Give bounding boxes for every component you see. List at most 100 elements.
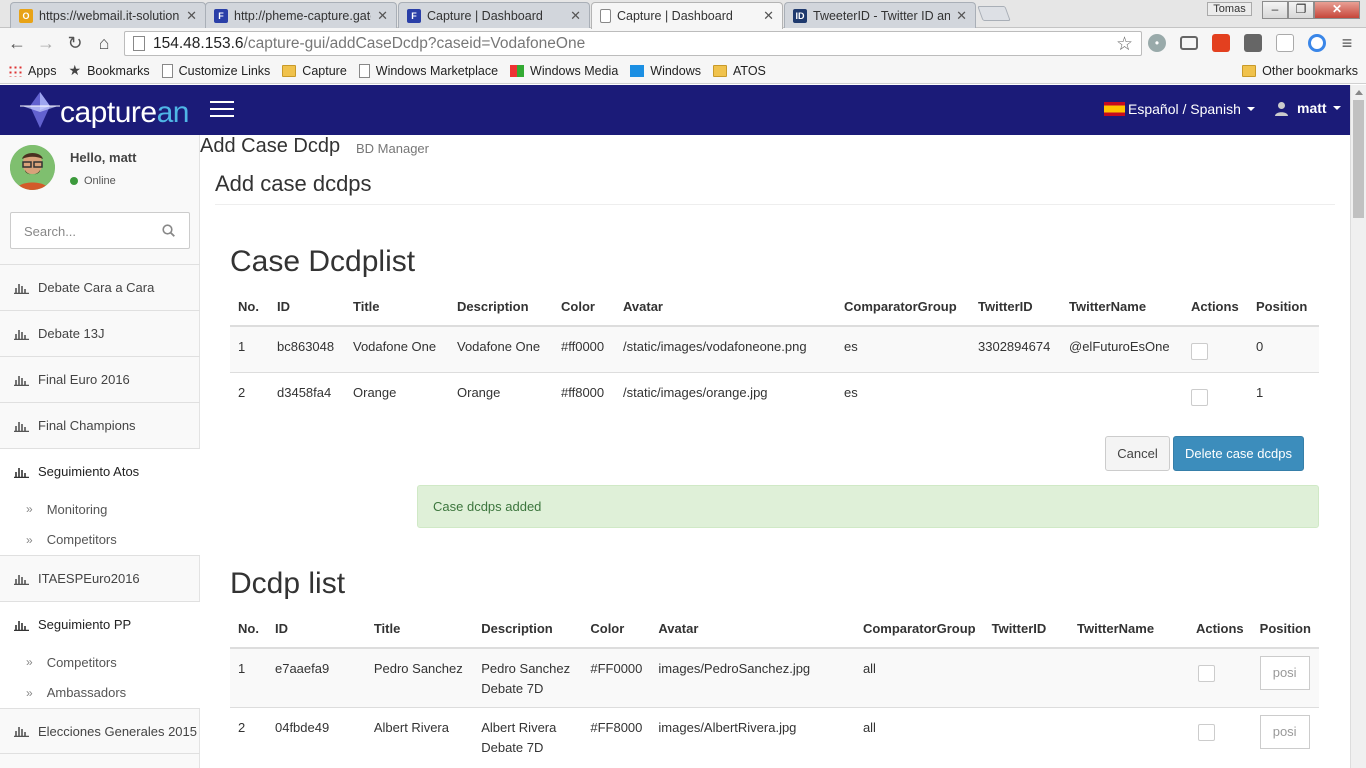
- close-tab-icon[interactable]: ✕: [186, 8, 197, 24]
- search-placeholder: Search...: [24, 224, 77, 239]
- scroll-up-icon[interactable]: [1355, 90, 1363, 95]
- column-header: TwitterName: [1061, 288, 1183, 327]
- user-icon: [1275, 101, 1288, 116]
- address-bar[interactable]: 154.48.153.6/capture-gui/addCaseDcdp?cas…: [124, 31, 1142, 56]
- sidebar-subitem-ambassadors[interactable]: » Ambassadors: [0, 677, 200, 708]
- extension-shield-icon[interactable]: [1244, 34, 1262, 52]
- bar-chart-icon: [14, 375, 29, 386]
- search-input[interactable]: Search...: [10, 212, 190, 249]
- cast-icon[interactable]: [1180, 36, 1198, 50]
- extension-blank-icon[interactable]: [1276, 34, 1294, 52]
- close-tab-icon[interactable]: ✕: [377, 8, 388, 24]
- sidebar-item-debate-cara-a-cara[interactable]: Debate Cara a Cara: [0, 264, 200, 310]
- language-dropdown[interactable]: Español / Spanish: [1104, 101, 1255, 117]
- row-select-checkbox[interactable]: [1191, 388, 1208, 406]
- browser-tab-tweeterid[interactable]: ID TweeterID - Twitter ID and ✕: [784, 2, 976, 28]
- bookmark-customize-links[interactable]: Customize Links: [161, 63, 271, 78]
- bar-chart-icon: [14, 727, 29, 737]
- back-icon[interactable]: ←: [6, 32, 28, 54]
- bookmark-windows[interactable]: Windows: [630, 64, 701, 78]
- sidebar-subitem-competitors[interactable]: » Competitors: [0, 647, 200, 677]
- bar-chart-icon: [14, 283, 29, 294]
- bookmark-star-icon[interactable]: ☆: [1116, 33, 1133, 56]
- success-alert: Case dcdps added: [417, 485, 1319, 528]
- home-icon[interactable]: ⌂: [93, 32, 115, 54]
- forward-icon[interactable]: →: [35, 32, 57, 54]
- bookmark-atos[interactable]: ATOS: [713, 64, 766, 78]
- row-select-checkbox[interactable]: [1191, 343, 1208, 360]
- sidebar-toggle-icon[interactable]: [210, 101, 234, 119]
- tab-title: Capture | Dashboard: [427, 8, 543, 23]
- sidebar-item-label: Seguimiento PP: [38, 617, 132, 632]
- browser-tab-dashboard-1[interactable]: F Capture | Dashboard ✕: [398, 2, 590, 28]
- user-menu[interactable]: matt: [1274, 100, 1341, 116]
- search-icon[interactable]: [162, 224, 175, 237]
- close-tab-icon[interactable]: ✕: [956, 8, 967, 24]
- sidebar-item-itaespeuro2016[interactable]: ITAESPEuro2016: [0, 555, 200, 601]
- browser-tab-dashboard-active[interactable]: Capture | Dashboard ✕: [591, 2, 783, 29]
- column-header: ID: [269, 288, 345, 327]
- column-header: Title: [365, 610, 474, 649]
- reload-icon[interactable]: ↻: [64, 32, 86, 54]
- sidebar-menu: Debate Cara a Cara Debate 13J Final Euro…: [0, 264, 200, 754]
- sidebar-subitem-label: Ambassadors: [46, 685, 127, 700]
- column-header: Avatar: [650, 610, 855, 649]
- sidebar-subitem-monitoring[interactable]: » Monitoring: [0, 494, 200, 524]
- sidebar-item-final-euro-2016[interactable]: Final Euro 2016: [0, 356, 200, 402]
- sidebar-subitem-label: Competitors: [46, 654, 117, 670]
- row-select-checkbox[interactable]: [1197, 665, 1215, 682]
- position-input[interactable]: posi: [1259, 656, 1310, 690]
- bookmark-capture[interactable]: Capture: [282, 64, 347, 78]
- sidebar-subitem-competitors[interactable]: » Competitors: [0, 524, 200, 555]
- star-icon: ★: [68, 62, 82, 78]
- profile-name[interactable]: Tomas: [1207, 2, 1252, 16]
- column-header: TwitterName: [1069, 610, 1188, 649]
- chrome-menu-icon[interactable]: ≡: [1338, 34, 1356, 52]
- sidebar-item-elecciones-generales-2015[interactable]: Elecciones Generales 2015: [0, 708, 200, 754]
- close-window-icon[interactable]: ✕: [1314, 1, 1360, 19]
- close-tab-icon[interactable]: ✕: [570, 8, 581, 24]
- sidebar-item-seguimiento-atos[interactable]: Seguimiento Atos: [0, 448, 200, 494]
- sidebar-item-seguimiento-pp[interactable]: Seguimiento PP: [0, 601, 200, 647]
- browser-tab-pheme[interactable]: F http://pheme-capture.gate ✕: [205, 2, 397, 28]
- new-tab-button[interactable]: [977, 6, 1011, 21]
- cancel-button[interactable]: Cancel: [1105, 436, 1170, 471]
- bookmark-label: Apps: [28, 63, 57, 78]
- logo[interactable]: capturean: [18, 85, 189, 135]
- position-input[interactable]: posi: [1259, 715, 1310, 749]
- table-row: 1 bc863048 Vodafone One Vodafone One #ff…: [230, 325, 1319, 372]
- maximize-icon[interactable]: ❐: [1288, 1, 1314, 19]
- bookmark-apps[interactable]: Apps: [8, 64, 57, 78]
- page-scrollbar[interactable]: [1350, 85, 1366, 768]
- row-select-checkbox[interactable]: [1197, 724, 1215, 741]
- windows-logo-icon: [630, 64, 645, 77]
- case-dcdplist-title: Case Dcdplist: [230, 245, 416, 278]
- page-icon: [161, 63, 173, 78]
- bar-chart-icon: [14, 574, 29, 585]
- sidebar-item-debate-13j[interactable]: Debate 13J: [0, 310, 200, 356]
- sidebar-item-final-champions[interactable]: Final Champions: [0, 402, 200, 448]
- f-favicon-icon: F: [214, 8, 228, 23]
- sidebar-item-label: Debate Cara a Cara: [38, 280, 155, 295]
- bookmark-other[interactable]: Other bookmarks: [1242, 64, 1358, 78]
- bookmark-bookmarks[interactable]: ★ Bookmarks: [69, 62, 150, 79]
- office-icon[interactable]: [1212, 34, 1230, 52]
- language-label: Español / Spanish: [1128, 101, 1241, 117]
- bookmark-windows-marketplace[interactable]: Windows Marketplace: [358, 63, 498, 78]
- scrollbar-thumb[interactable]: [1353, 100, 1364, 218]
- bookmark-label: Customize Links: [178, 63, 271, 78]
- id-favicon-icon: ID: [793, 8, 807, 23]
- bookmark-label: Bookmarks: [87, 63, 150, 78]
- sidebar-item-label: ITAESPEuro2016: [38, 571, 140, 586]
- minimize-icon[interactable]: ‒: [1262, 1, 1288, 19]
- extension-chat-icon[interactable]: •: [1148, 34, 1166, 52]
- column-header: Description: [449, 288, 553, 327]
- delete-case-dcdps-button[interactable]: Delete case dcdps: [1173, 436, 1304, 471]
- column-header: No.: [230, 610, 267, 649]
- bookmark-windows-media[interactable]: Windows Media: [510, 64, 618, 78]
- avatar: [10, 145, 55, 190]
- close-tab-icon[interactable]: ✕: [763, 8, 774, 24]
- browser-tab-webmail[interactable]: O https://webmail.it-solution ✕: [10, 2, 206, 28]
- extension-play-icon[interactable]: [1308, 34, 1326, 52]
- url-host: 154.48.153.6: [153, 34, 244, 52]
